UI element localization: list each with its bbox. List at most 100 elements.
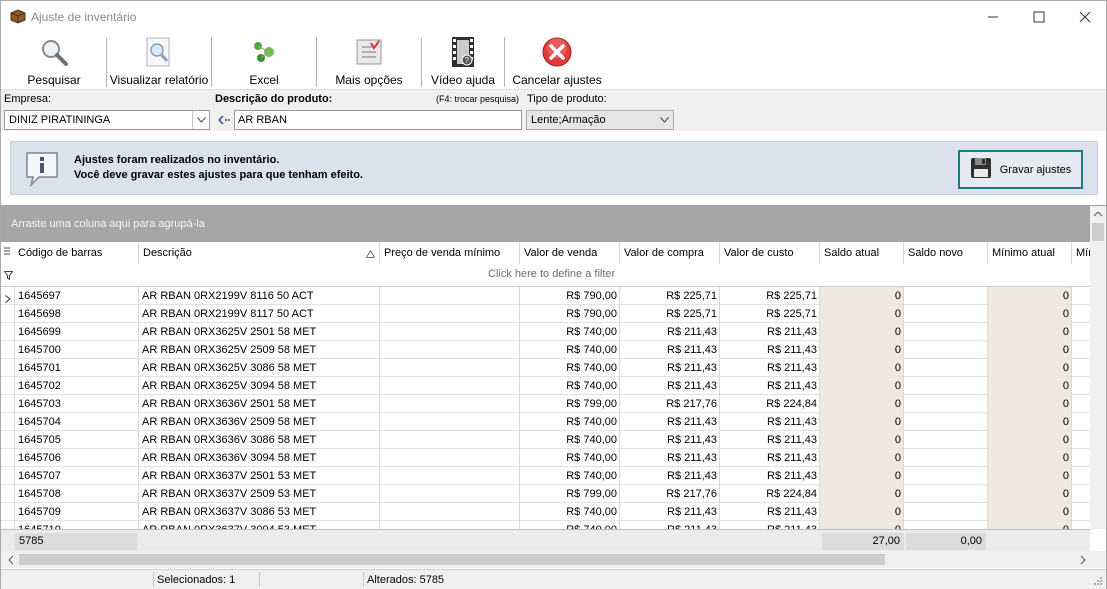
cell-description[interactable]: AR RBAN 0RX3636V 3086 58 MET	[138, 431, 379, 449]
table-row[interactable]: 1645703 AR RBAN 0RX3636V 2501 58 MET R$ 79…	[1, 395, 1090, 413]
cell-description[interactable]: AR RBAN 0RX3636V 2509 58 MET	[138, 413, 379, 431]
excel-button[interactable]: Excel	[237, 33, 291, 89]
cell-barcode[interactable]: 1645704	[14, 413, 138, 431]
scroll-right-icon[interactable]	[1075, 552, 1091, 568]
cell-current-minimum[interactable]: 0	[987, 449, 1071, 467]
cell-current-minimum[interactable]: 0	[987, 359, 1071, 377]
cell-cost-value[interactable]: R$ 211,43	[719, 467, 819, 485]
cell-current-balance[interactable]: 0	[819, 503, 903, 521]
search-button[interactable]: Pesquisar	[25, 33, 83, 89]
cell-barcode[interactable]: 1645708	[14, 485, 138, 503]
scroll-up-icon[interactable]	[1090, 206, 1106, 222]
cell-current-balance[interactable]: 0	[819, 449, 903, 467]
company-select[interactable]: DINIZ PIRATININGA	[4, 110, 210, 130]
cell-purchase-value[interactable]: R$ 211,43	[619, 467, 719, 485]
cell-barcode[interactable]: 1645703	[14, 395, 138, 413]
save-adjustments-button[interactable]: Gravar ajustes	[958, 150, 1083, 189]
table-row[interactable]: 1645701 AR RBAN 0RX3625V 3086 58 MET R$ 74…	[1, 359, 1090, 377]
cell-min-price[interactable]	[379, 413, 519, 431]
table-row[interactable]: 1645700 AR RBAN 0RX3625V 2509 58 MET R$ 74…	[1, 341, 1090, 359]
cell-description[interactable]: AR RBAN 0RX3636V 3094 58 MET	[138, 449, 379, 467]
cell-barcode[interactable]: 1645698	[14, 305, 138, 323]
cell-minimum-new[interactable]	[1071, 413, 1090, 431]
cell-description[interactable]: AR RBAN 0RX3625V 2509 58 MET	[138, 341, 379, 359]
cell-current-balance[interactable]: 0	[819, 467, 903, 485]
cell-minimum-new[interactable]	[1071, 359, 1090, 377]
cell-cost-value[interactable]: R$ 225,71	[719, 305, 819, 323]
cell-sale-value[interactable]: R$ 740,00	[519, 359, 619, 377]
filter-icon[interactable]	[3, 269, 14, 283]
cell-min-price[interactable]	[379, 395, 519, 413]
cell-minimum-new[interactable]	[1071, 503, 1090, 521]
cell-minimum-new[interactable]	[1071, 377, 1090, 395]
table-row[interactable]: 1645710AR RBAN 0RX3637V 3094 53 MET R$ 74…	[1, 521, 1090, 529]
view-report-button[interactable]: Visualizar relatório	[109, 33, 209, 89]
cell-current-balance[interactable]: 0	[819, 395, 903, 413]
cell-purchase-value[interactable]: R$ 211,43	[619, 431, 719, 449]
cell-new-balance[interactable]	[903, 287, 987, 305]
cell-sale-value[interactable]: R$ 740,00	[519, 467, 619, 485]
cell-min-price[interactable]	[379, 467, 519, 485]
cell-purchase-value[interactable]: R$ 217,76	[619, 395, 719, 413]
cell-current-minimum[interactable]: 0	[987, 287, 1071, 305]
cell-purchase-value[interactable]: R$ 225,71	[619, 305, 719, 323]
cell-purchase-value[interactable]: R$ 211,43	[619, 503, 719, 521]
cell-barcode[interactable]: 1645701	[14, 359, 138, 377]
cell-min-price[interactable]	[379, 305, 519, 323]
column-header-current-balance[interactable]: Saldo atual	[819, 242, 903, 264]
cell-minimum-new[interactable]	[1071, 449, 1090, 467]
cell-cost-value[interactable]: R$ 225,71	[719, 287, 819, 305]
chevron-down-icon[interactable]	[192, 111, 209, 129]
cell-minimum-new[interactable]	[1071, 287, 1090, 305]
cell-current-balance[interactable]: 0	[819, 305, 903, 323]
cell-new-balance[interactable]	[903, 413, 987, 431]
cell-description[interactable]: AR RBAN 0RX3637V 2509 53 MET	[138, 485, 379, 503]
cell-new-balance[interactable]	[903, 305, 987, 323]
cell-new-balance[interactable]	[903, 395, 987, 413]
cell-min-price[interactable]	[379, 503, 519, 521]
cell-sale-value[interactable]: R$ 740,00	[519, 341, 619, 359]
cell-cost-value[interactable]: R$ 211,43	[719, 449, 819, 467]
table-row[interactable]: 1645709 AR RBAN 0RX3637V 3086 53 MET R$ 74…	[1, 503, 1090, 521]
cell-new-balance[interactable]	[903, 503, 987, 521]
group-by-panel[interactable]: Arraste uma coluna aqui para agrupá-la	[1, 206, 1090, 242]
cell-minimum-new[interactable]	[1071, 395, 1090, 413]
table-row[interactable]: 1645708 AR RBAN 0RX3637V 2509 53 MET R$ 79…	[1, 485, 1090, 503]
cell-cost-value[interactable]: R$ 211,43	[719, 377, 819, 395]
cell-current-balance[interactable]: 0	[819, 359, 903, 377]
cell-cost-value[interactable]: R$ 224,84	[719, 395, 819, 413]
column-header-new-balance[interactable]: Saldo novo	[903, 242, 987, 264]
cell-cost-value[interactable]: R$ 211,43	[719, 413, 819, 431]
switch-search-icon[interactable]	[217, 114, 231, 129]
cell-description[interactable]: AR RBAN 0RX2199V 8117 50 ACT	[138, 305, 379, 323]
cell-barcode[interactable]: 1645700	[14, 341, 138, 359]
cell-purchase-value[interactable]: R$ 211,43	[619, 449, 719, 467]
cell-sale-value[interactable]: R$ 740,00	[519, 431, 619, 449]
cell-new-balance[interactable]	[903, 467, 987, 485]
cell-new-balance[interactable]	[903, 521, 987, 529]
cell-description[interactable]: AR RBAN 0RX3625V 3094 58 MET	[138, 377, 379, 395]
video-help-button[interactable]: ? Vídeo ajuda	[430, 33, 496, 89]
cell-current-balance[interactable]: 0	[819, 377, 903, 395]
cell-new-balance[interactable]	[903, 449, 987, 467]
cell-min-price[interactable]	[379, 485, 519, 503]
cell-description[interactable]: AR RBAN 0RX3637V 2501 53 MET	[138, 467, 379, 485]
cell-barcode[interactable]: 1645709	[14, 503, 138, 521]
cell-minimum-new[interactable]	[1071, 467, 1090, 485]
cell-current-balance[interactable]: 0	[819, 431, 903, 449]
table-row[interactable]: 1645706 AR RBAN 0RX3636V 3094 58 MET R$ 74…	[1, 449, 1090, 467]
cell-barcode[interactable]: 1645707	[14, 467, 138, 485]
column-header-current-minimum[interactable]: Mínimo atual	[987, 242, 1071, 264]
cell-current-balance[interactable]: 0	[819, 485, 903, 503]
cell-purchase-value[interactable]: R$ 211,43	[619, 377, 719, 395]
cell-barcode[interactable]: 1645702	[14, 377, 138, 395]
cell-description[interactable]: AR RBAN 0RX3636V 2501 58 MET	[138, 395, 379, 413]
cell-sale-value[interactable]: R$ 740,00	[519, 503, 619, 521]
column-chooser-icon[interactable]	[1, 242, 15, 264]
cell-min-price[interactable]	[379, 521, 519, 529]
cell-current-balance[interactable]: 0	[819, 413, 903, 431]
chevron-down-icon[interactable]	[656, 111, 673, 129]
minimize-button[interactable]	[970, 1, 1016, 32]
cell-sale-value[interactable]: R$ 740,00	[519, 323, 619, 341]
cell-min-price[interactable]	[379, 287, 519, 305]
